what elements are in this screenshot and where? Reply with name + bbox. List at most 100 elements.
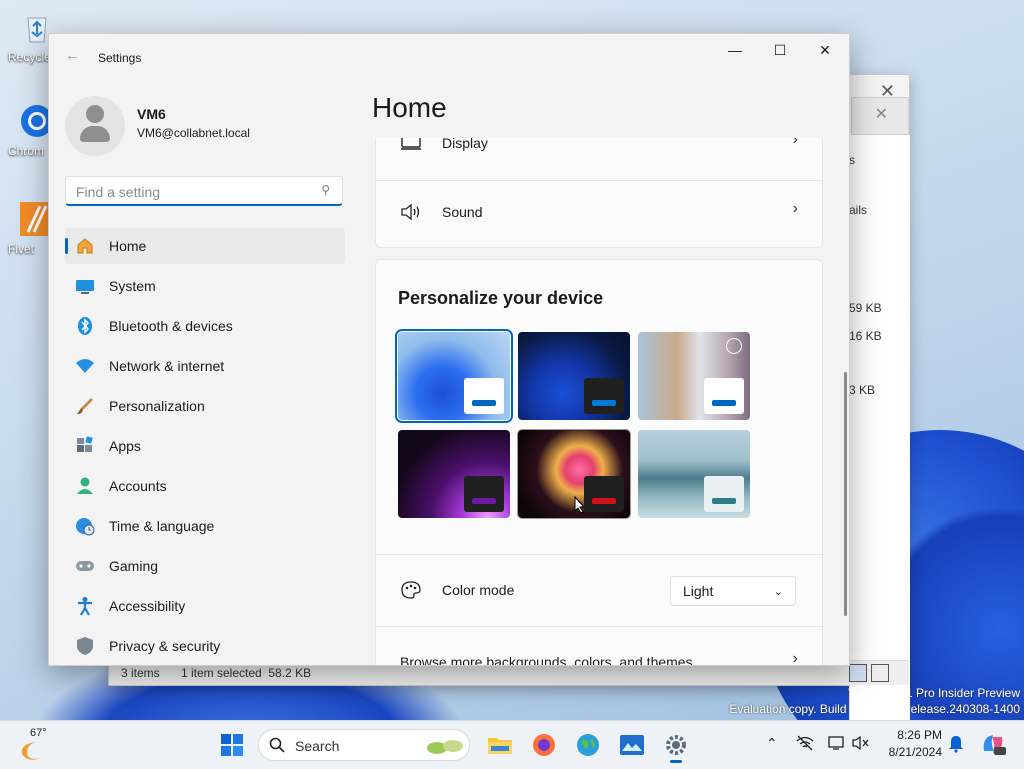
color-mode-dropdown[interactable]: Light ⌄ [670,576,796,606]
palette-icon [400,580,422,600]
chevron-right-icon: › [792,200,798,217]
sidebar-item-home[interactable]: Home [65,228,345,264]
status-selection: 1 item selected 58.2 KB [181,666,312,680]
close-icon[interactable]: ✕ [815,42,835,59]
row-label: Color mode [442,582,515,598]
back-arrow-icon[interactable]: ← [65,47,80,64]
sidebar-item-accessibility[interactable]: Accessibility [65,588,345,624]
explorer-file-size: 16 KB [849,329,882,343]
settings-search-box[interactable]: ⚲ [65,176,343,206]
display-tray-icon[interactable] [828,735,846,754]
divider [376,554,824,555]
theme-window-preview [584,378,624,414]
taskbar-clock[interactable]: 8:26 PM 8/21/2024 [870,727,942,761]
theme-accent-bar [592,498,616,504]
details-view-icon[interactable] [849,664,867,682]
accessibility-icon [75,596,95,616]
moon-weather-icon [21,742,40,760]
sidebar-item-label: Accessibility [109,598,186,614]
explorer-right-pane [849,135,910,735]
globe-app-icon [577,734,599,756]
explorer-file-size: 59 KB [849,301,882,315]
photos-taskbar-button[interactable] [616,729,648,761]
content-scrollbar[interactable] [844,372,847,616]
brush-icon [75,396,95,416]
sound-row[interactable]: Sound › [376,178,824,246]
theme-spotlight[interactable] [638,332,750,420]
copilot-icon[interactable] [980,731,1006,760]
clock-time: 8:26 PM [897,728,942,742]
sidebar-item-privacy[interactable]: Privacy & security [65,628,345,664]
start-button[interactable] [216,729,248,761]
search-highlight-icon [427,740,463,754]
sidebar-item-system[interactable]: System [65,268,345,304]
row-label: Sound [442,204,483,220]
sidebar-item-gaming[interactable]: Gaming [65,548,345,584]
sidebar-item-time-language[interactable]: Time & language [65,508,345,544]
globe-clock-icon [75,516,95,536]
display-row[interactable]: Display › [376,138,824,177]
title-bar[interactable]: ← Settings — ☐ ✕ [49,34,849,78]
personalize-card: Personalize your device Color mode Light… [375,259,824,665]
sidebar-item-network[interactable]: Network & internet [65,348,345,384]
mouse-cursor-icon [574,496,586,514]
theme-flow[interactable] [638,430,750,518]
minimize-icon[interactable]: — [725,42,745,58]
settings-taskbar-button[interactable] [660,729,692,763]
sidebar-item-apps[interactable]: Apps [65,428,345,464]
explorer-side-text: ails [849,203,868,217]
search-input[interactable] [74,182,308,202]
browse-more-row[interactable]: Browse more backgrounds, colors, and the… [376,628,824,665]
windows-logo-icon [221,734,243,756]
home-icon [75,236,95,256]
bluetooth-icon [75,316,95,336]
network-offline-icon[interactable] [796,735,814,754]
sidebar-item-personalization[interactable]: Personalization [65,388,345,424]
apps-icon [75,436,95,456]
theme-windows-dark[interactable] [518,332,630,420]
tiles-view-icon[interactable] [871,664,889,682]
volume-muted-icon[interactable] [852,735,870,754]
sidebar-item-label: Network & internet [109,358,225,374]
display-icon [400,138,422,153]
sidebar-item-accounts[interactable]: Accounts [65,468,345,504]
sidebar-item-label: Accounts [109,478,167,494]
search-icon[interactable]: ⚲ [321,183,330,197]
theme-accent-bar [472,498,496,504]
globe-app-taskbar-button[interactable] [572,729,604,761]
sidebar-item-label: Gaming [109,558,159,574]
theme-windows-light[interactable] [395,329,513,423]
notification-bell-icon[interactable] [948,735,964,756]
taskbar-search[interactable]: Search [258,729,470,761]
color-mode-row: Color mode Light ⌄ [376,556,824,624]
chevron-up-icon[interactable]: ⌃ [766,735,778,752]
theme-accent-bar [592,400,616,406]
divider [376,626,824,627]
avatar-head [86,105,104,123]
theme-glow[interactable] [398,430,510,518]
firefox-taskbar-button[interactable] [528,729,560,761]
row-label: Display [442,138,488,151]
chevron-down-icon: ⌄ [773,586,783,598]
content-pane: Display › Sound › Personalize your devic… [375,138,825,665]
explorer-file-size: 3 KB [849,383,876,397]
maximize-icon[interactable]: ☐ [770,42,790,59]
gamepad-icon [75,556,95,576]
theme-accent-bar [712,498,736,504]
close-icon[interactable]: ✕ [875,104,888,124]
sidebar-item-label: Bluetooth & devices [109,318,233,334]
file-explorer-taskbar-button[interactable] [484,729,516,761]
sidebar-item-bluetooth[interactable]: Bluetooth & devices [65,308,345,344]
active-indicator [65,238,68,254]
settings-window[interactable]: ← Settings — ☐ ✕ VM6 VM6@collabnet.local… [48,33,850,666]
sidebar-item-label: Time & language [109,518,215,534]
accounts-icon [75,476,95,496]
devices-card: Display › Sound › [375,138,824,248]
weather-temp: 67° [30,727,47,739]
theme-captured-motion[interactable] [517,429,631,519]
user-name: VM6 [137,106,166,122]
sidebar-item-label: Home [109,238,147,254]
avatar-body [80,126,110,142]
taskbar: 67° Search ⌃ 8:26 PM 8/21/2024 [0,720,1024,769]
sidebar-item-label: Privacy & security [109,638,221,654]
